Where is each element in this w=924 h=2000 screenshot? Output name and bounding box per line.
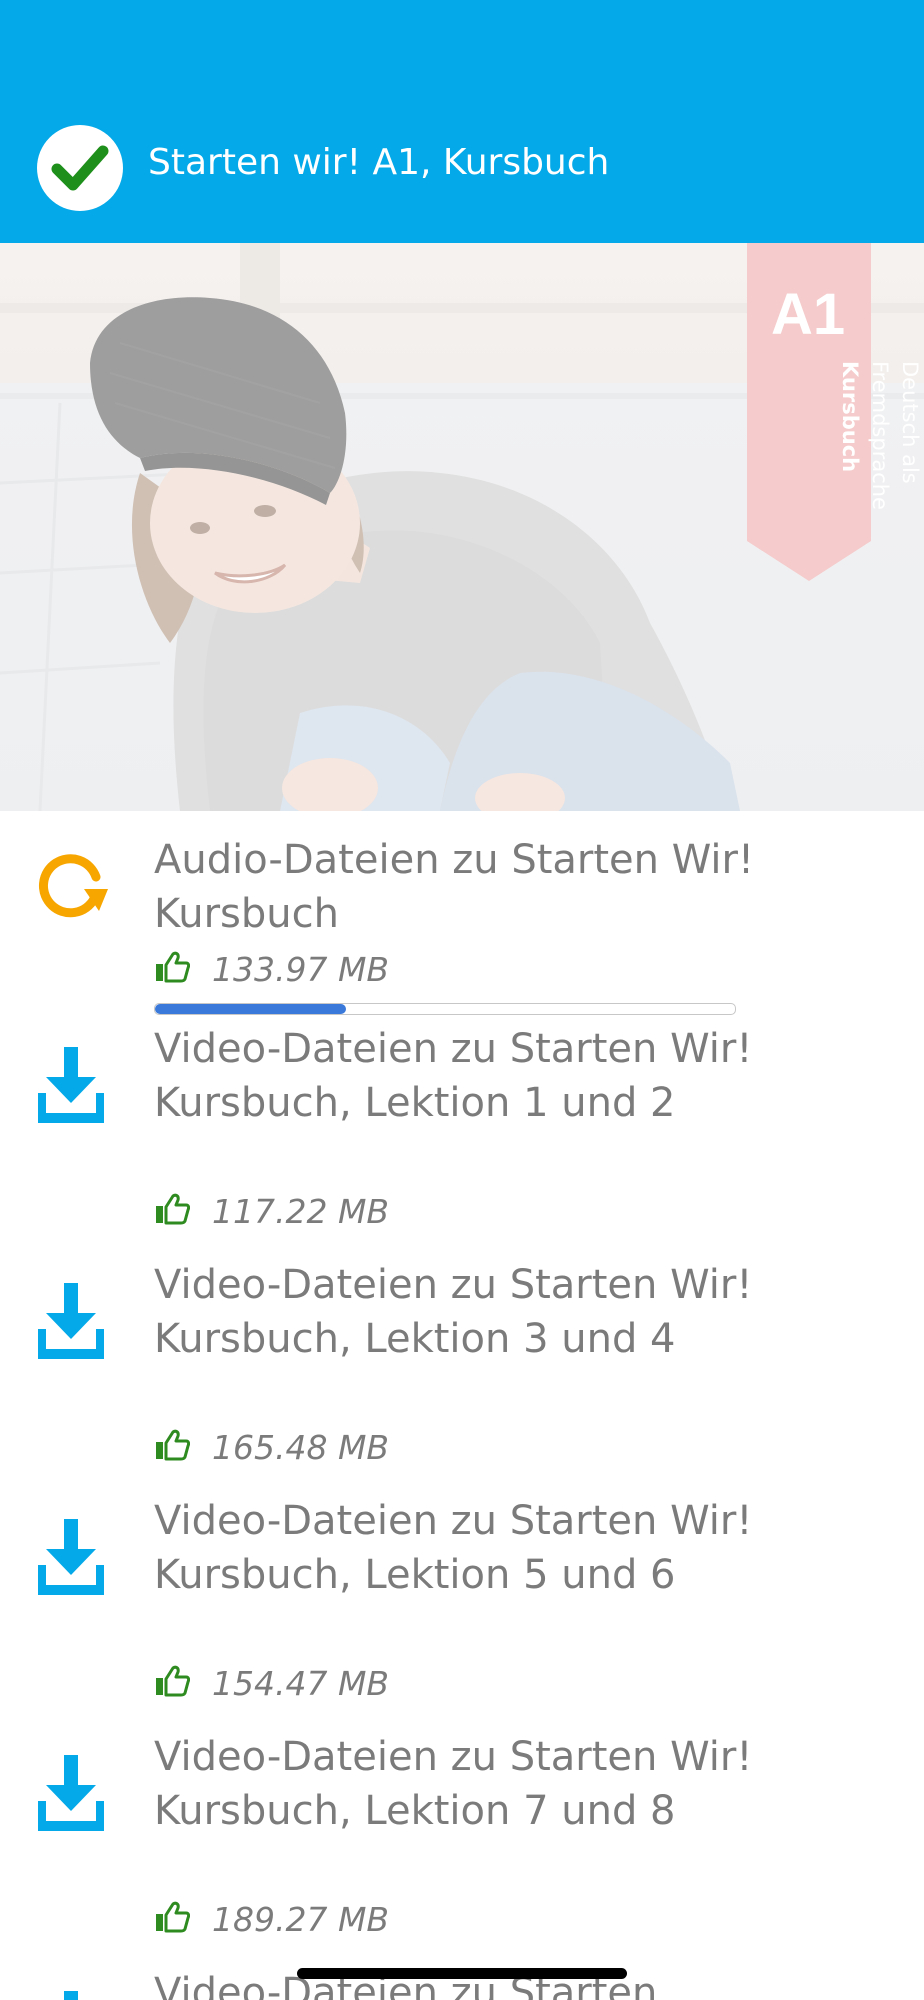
- list-item[interactable]: Video-Dateien zu Starten Wir! Kursbuch, …: [0, 1733, 924, 1953]
- book-cover-image: A1 Deutsch als Fremdsprache Kursbuch: [0, 243, 924, 811]
- app-header: Starten wir! A1, Kursbuch: [0, 0, 924, 243]
- thumbs-up-icon: [154, 1665, 191, 1701]
- download-icon[interactable]: [36, 1991, 112, 2000]
- file-size: 165.48 MB: [212, 1427, 390, 1467]
- thumbs-up-icon: [154, 1901, 191, 1937]
- download-icon[interactable]: [36, 1047, 112, 1127]
- download-icon[interactable]: [36, 1283, 112, 1363]
- file-size: 117.22 MB: [212, 1191, 390, 1231]
- item-title: Video-Dateien zu Starten Wir! Kursbuch, …: [154, 1026, 753, 1126]
- thumbs-up-icon: [154, 1429, 191, 1465]
- item-meta: 154.47 MB: [154, 1663, 389, 1703]
- item-title: Video-Dateien zu Starten Wir! Kursbuch, …: [154, 1498, 753, 1598]
- level-ribbon: A1 Deutsch als Fremdsprache Kursbuch: [747, 243, 922, 581]
- item-meta: 133.97 MB: [154, 949, 389, 989]
- refresh-icon[interactable]: [36, 847, 112, 927]
- level-label: A1: [771, 282, 846, 347]
- item-meta: 117.22 MB: [154, 1191, 389, 1231]
- download-progress-fill: [155, 1004, 347, 1014]
- item-meta: 189.27 MB: [154, 1899, 389, 1939]
- download-icon[interactable]: [36, 1755, 112, 1835]
- list-item[interactable]: Video-Dateien zu Starten Wir! Kursbuch, …: [0, 1025, 924, 1245]
- download-icon[interactable]: [36, 1519, 112, 1599]
- list-item[interactable]: Video-Dateien zu Starten Wir! Kursbuch, …: [0, 1497, 924, 1717]
- book-title: Starten wir! A1, Kursbuch: [148, 142, 610, 183]
- list-item[interactable]: Video-Dateien zu Starten Wir! Kursbuch, …: [0, 1261, 924, 1481]
- check-circle-icon: [37, 125, 123, 211]
- item-meta: 165.48 MB: [154, 1427, 389, 1467]
- thumbs-up-icon: [154, 951, 191, 987]
- file-size: 154.47 MB: [212, 1663, 390, 1703]
- file-size: 133.97 MB: [212, 949, 390, 989]
- item-title: Video-Dateien zu Starten Wir! Kursbuch, …: [154, 1262, 753, 1362]
- item-title: Video-Dateien zu Starten Wir! Kursbuch, …: [154, 1734, 753, 1834]
- list-item[interactable]: Audio-Dateien zu Starten Wir! Kursbuch 1…: [0, 811, 924, 1015]
- file-size: 189.27 MB: [212, 1899, 390, 1939]
- thumbs-up-icon: [154, 1193, 191, 1229]
- item-title: Audio-Dateien zu Starten Wir! Kursbuch: [154, 837, 754, 937]
- download-progress-bar: [154, 1003, 736, 1015]
- cover-subtitle: Deutsch als Fremdsprache Kursbuch: [838, 361, 922, 510]
- home-indicator[interactable]: [297, 1968, 627, 1979]
